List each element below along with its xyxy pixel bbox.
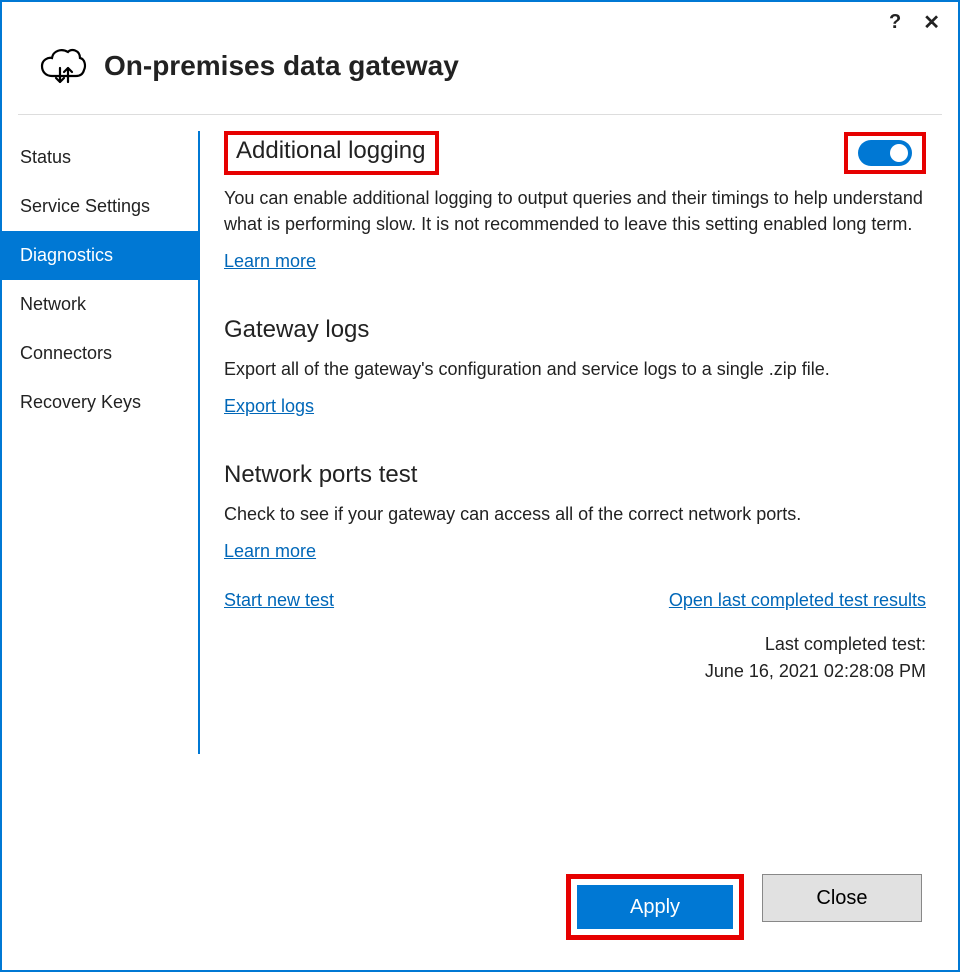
section-network-ports: Network ports test Check to see if your … — [224, 461, 926, 685]
cloud-arrows-icon — [38, 46, 88, 86]
start-new-test-link[interactable]: Start new test — [224, 590, 334, 611]
network-ports-desc: Check to see if your gateway can access … — [224, 501, 926, 527]
last-completed-label: Last completed test: — [224, 631, 926, 658]
section-title-gateway-logs: Gateway logs — [224, 316, 926, 344]
sidebar: Status Service Settings Diagnostics Netw… — [2, 121, 198, 874]
network-ports-learn-more-link[interactable]: Learn more — [224, 541, 316, 562]
section-gateway-logs: Gateway logs Export all of the gateway's… — [224, 316, 926, 417]
section-title-additional-logging: Additional logging — [236, 137, 425, 165]
highlight-toggle — [844, 132, 926, 174]
help-icon[interactable]: ? — [889, 11, 901, 34]
apply-button[interactable]: Apply — [575, 883, 735, 931]
sidebar-item-service-settings[interactable]: Service Settings — [2, 182, 198, 231]
last-completed-test: Last completed test: June 16, 2021 02:28… — [224, 631, 926, 685]
last-completed-value: June 16, 2021 02:28:08 PM — [224, 658, 926, 685]
content: Additional logging You can enable additi… — [200, 121, 958, 874]
body: Status Service Settings Diagnostics Netw… — [2, 115, 958, 874]
sidebar-item-connectors[interactable]: Connectors — [2, 329, 198, 378]
sidebar-item-status[interactable]: Status — [2, 133, 198, 182]
highlight-apply: Apply — [566, 874, 744, 940]
footer: Apply Close — [2, 874, 958, 970]
section-additional-logging: Additional logging You can enable additi… — [224, 131, 926, 272]
close-icon[interactable]: ✕ — [923, 10, 940, 35]
sidebar-item-diagnostics[interactable]: Diagnostics — [2, 231, 198, 280]
header: On-premises data gateway — [2, 42, 958, 114]
close-button[interactable]: Close — [762, 874, 922, 922]
titlebar: ? ✕ — [2, 2, 958, 42]
app-window: ? ✕ On-premises data gateway Status Serv… — [0, 0, 960, 972]
open-last-results-link[interactable]: Open last completed test results — [669, 590, 926, 611]
sidebar-item-network[interactable]: Network — [2, 280, 198, 329]
section-title-network-ports: Network ports test — [224, 461, 926, 489]
additional-logging-desc: You can enable additional logging to out… — [224, 185, 926, 237]
gateway-logs-desc: Export all of the gateway's configuratio… — [224, 356, 926, 382]
sidebar-item-recovery-keys[interactable]: Recovery Keys — [2, 378, 198, 427]
highlight-additional-logging: Additional logging — [224, 131, 439, 175]
additional-logging-toggle[interactable] — [858, 140, 912, 166]
export-logs-link[interactable]: Export logs — [224, 396, 314, 417]
app-title: On-premises data gateway — [104, 50, 459, 82]
additional-logging-learn-more-link[interactable]: Learn more — [224, 251, 316, 272]
